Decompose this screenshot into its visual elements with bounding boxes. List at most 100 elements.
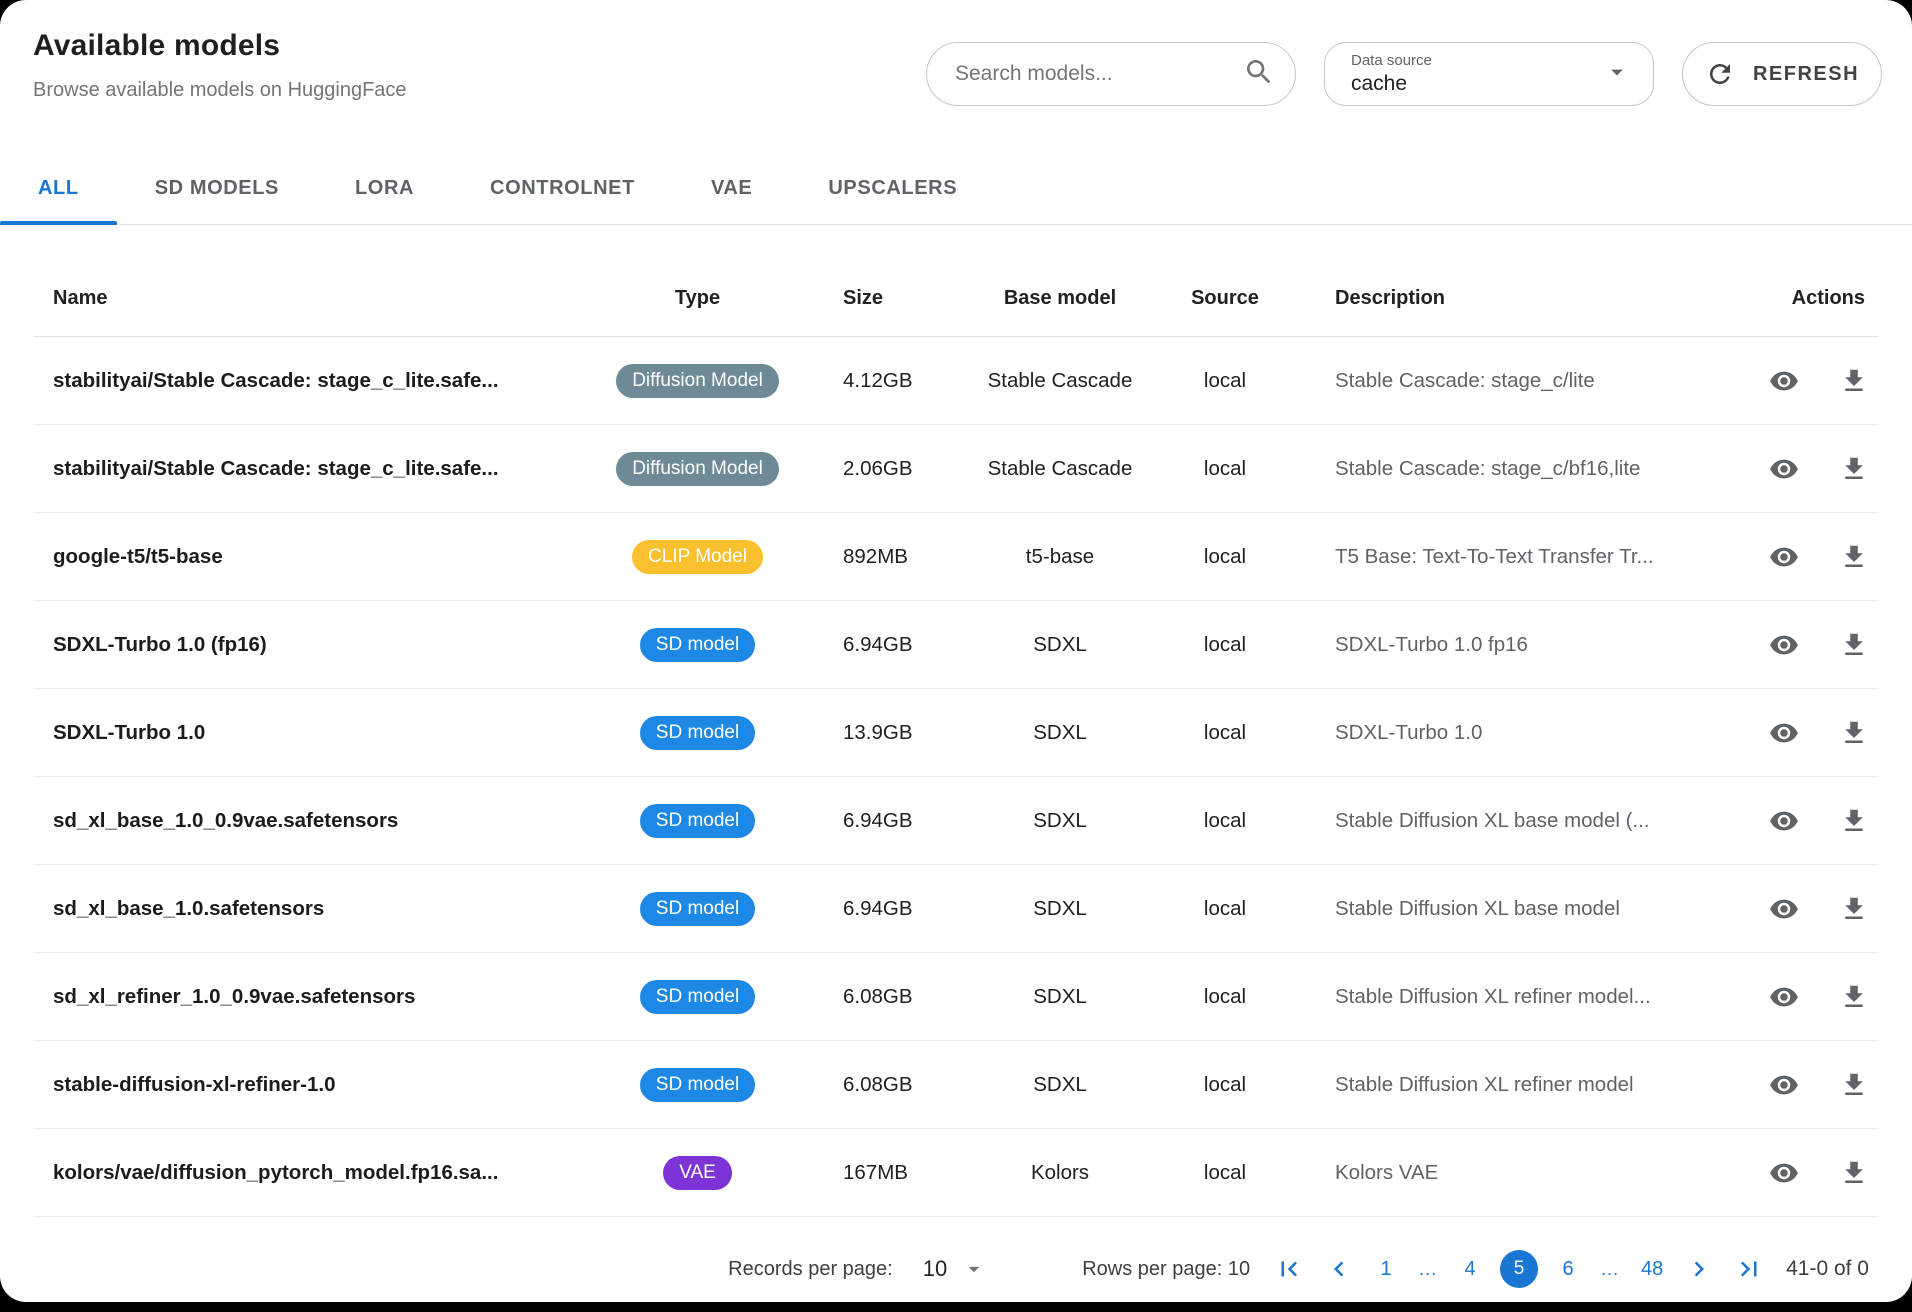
model-size: 13.9GB [795, 721, 965, 745]
page-button-1[interactable]: 1 [1374, 1258, 1398, 1281]
tab-controlnet[interactable]: CONTROLNET [452, 152, 673, 224]
page-button-5[interactable]: 5 [1500, 1250, 1538, 1288]
table-header-row: Name Type Size Base model Source Descrip… [33, 225, 1879, 337]
tab-vae[interactable]: VAE [673, 152, 790, 224]
download-button[interactable] [1839, 454, 1869, 484]
download-button[interactable] [1839, 894, 1869, 924]
download-button[interactable] [1839, 542, 1869, 572]
model-source: local [1155, 721, 1295, 745]
download-icon [1839, 806, 1869, 836]
page-ellipsis: ... [1416, 1259, 1440, 1280]
refresh-button[interactable]: REFRESH [1682, 42, 1882, 106]
previous-page-button[interactable] [1324, 1254, 1354, 1284]
model-source: local [1155, 1073, 1295, 1097]
records-per-page-value[interactable]: 10 [923, 1256, 947, 1282]
table-row: SDXL-Turbo 1.0 SD model 13.9GB SDXL loca… [33, 689, 1879, 777]
search-input[interactable] [953, 61, 1233, 87]
table-row: google-t5/t5-base CLIP Model 892MB t5-ba… [33, 513, 1879, 601]
download-button[interactable] [1839, 1158, 1869, 1188]
view-button[interactable] [1769, 1158, 1799, 1188]
tab-bar: ALLSD MODELSLORACONTROLNETVAEUPSCALERS [0, 152, 1912, 225]
view-button[interactable] [1769, 1070, 1799, 1100]
base-model: Stable Cascade [965, 369, 1155, 393]
column-header-name: Name [33, 287, 600, 336]
tab-lora[interactable]: LORA [317, 152, 452, 224]
data-source-label: Data source [1351, 52, 1603, 69]
view-button[interactable] [1769, 366, 1799, 396]
eye-icon [1769, 718, 1799, 748]
table-row: SDXL-Turbo 1.0 (fp16) SD model 6.94GB SD… [33, 601, 1879, 689]
search-box[interactable] [926, 42, 1296, 106]
page-button-48[interactable]: 48 [1640, 1258, 1664, 1281]
model-size: 6.08GB [795, 985, 965, 1009]
tab-all[interactable]: ALL [0, 152, 117, 224]
chevron-down-icon[interactable] [961, 1256, 987, 1282]
table-row: sd_xl_base_1.0_0.9vae.safetensors SD mod… [33, 777, 1879, 865]
model-source: local [1155, 633, 1295, 657]
view-button[interactable] [1769, 542, 1799, 572]
eye-icon [1769, 542, 1799, 572]
model-size: 4.12GB [795, 369, 965, 393]
model-description: Stable Diffusion XL refiner model [1295, 1073, 1735, 1097]
type-badge: SD model [640, 980, 755, 1014]
download-icon [1839, 366, 1869, 396]
view-button[interactable] [1769, 630, 1799, 660]
type-badge: CLIP Model [632, 540, 763, 574]
model-name: SDXL-Turbo 1.0 (fp16) [33, 633, 600, 657]
type-badge: Diffusion Model [616, 452, 779, 486]
model-description: T5 Base: Text-To-Text Transfer Tr... [1295, 545, 1735, 569]
model-name: stabilityai/Stable Cascade: stage_c_lite… [33, 369, 600, 393]
download-button[interactable] [1839, 366, 1869, 396]
page-button-6[interactable]: 6 [1556, 1258, 1580, 1281]
view-button[interactable] [1769, 982, 1799, 1012]
base-model: Stable Cascade [965, 457, 1155, 481]
models-table: Name Type Size Base model Source Descrip… [0, 225, 1912, 1217]
table-row: stabilityai/Stable Cascade: stage_c_lite… [33, 337, 1879, 425]
tab-sd-models[interactable]: SD MODELS [117, 152, 317, 224]
data-source-select[interactable]: Data source cache [1324, 42, 1654, 106]
model-size: 167MB [795, 1161, 965, 1185]
next-page-button[interactable] [1684, 1254, 1714, 1284]
type-badge: SD model [640, 804, 755, 838]
model-source: local [1155, 545, 1295, 569]
model-size: 6.94GB [795, 897, 965, 921]
download-button[interactable] [1839, 1070, 1869, 1100]
page-subtitle: Browse available models on HuggingFace [33, 79, 407, 102]
download-button[interactable] [1839, 630, 1869, 660]
download-button[interactable] [1839, 718, 1869, 748]
type-badge: VAE [663, 1156, 732, 1190]
view-button[interactable] [1769, 718, 1799, 748]
base-model: SDXL [965, 985, 1155, 1009]
model-name: sd_xl_refiner_1.0_0.9vae.safetensors [33, 985, 600, 1009]
page-ellipsis: ... [1598, 1259, 1622, 1280]
table-body: stabilityai/Stable Cascade: stage_c_lite… [33, 337, 1879, 1217]
download-button[interactable] [1839, 982, 1869, 1012]
first-page-button[interactable] [1274, 1254, 1304, 1284]
model-source: local [1155, 457, 1295, 481]
eye-icon [1769, 894, 1799, 924]
view-button[interactable] [1769, 806, 1799, 836]
first-page-icon [1274, 1254, 1304, 1284]
model-description: Stable Diffusion XL base model (... [1295, 809, 1735, 833]
page-button-4[interactable]: 4 [1458, 1258, 1482, 1281]
view-button[interactable] [1769, 454, 1799, 484]
download-button[interactable] [1839, 806, 1869, 836]
last-page-button[interactable] [1734, 1254, 1764, 1284]
eye-icon [1769, 454, 1799, 484]
table-row: kolors/vae/diffusion_pytorch_model.fp16.… [33, 1129, 1879, 1217]
last-page-icon [1734, 1254, 1764, 1284]
type-badge: SD model [640, 628, 755, 662]
type-badge: Diffusion Model [616, 364, 779, 398]
model-size: 892MB [795, 545, 965, 569]
table-row: sd_xl_refiner_1.0_0.9vae.safetensors SD … [33, 953, 1879, 1041]
view-button[interactable] [1769, 894, 1799, 924]
records-per-page: Records per page: 10 [728, 1256, 987, 1282]
download-icon [1839, 718, 1869, 748]
header: Available models Browse available models… [0, 0, 1912, 106]
tab-upscalers[interactable]: UPSCALERS [790, 152, 995, 224]
base-model: SDXL [965, 721, 1155, 745]
table-row: stabilityai/Stable Cascade: stage_c_lite… [33, 425, 1879, 513]
page-list: 1... 456... 48 [1374, 1250, 1664, 1288]
model-name: sd_xl_base_1.0.safetensors [33, 897, 600, 921]
model-source: local [1155, 1161, 1295, 1185]
